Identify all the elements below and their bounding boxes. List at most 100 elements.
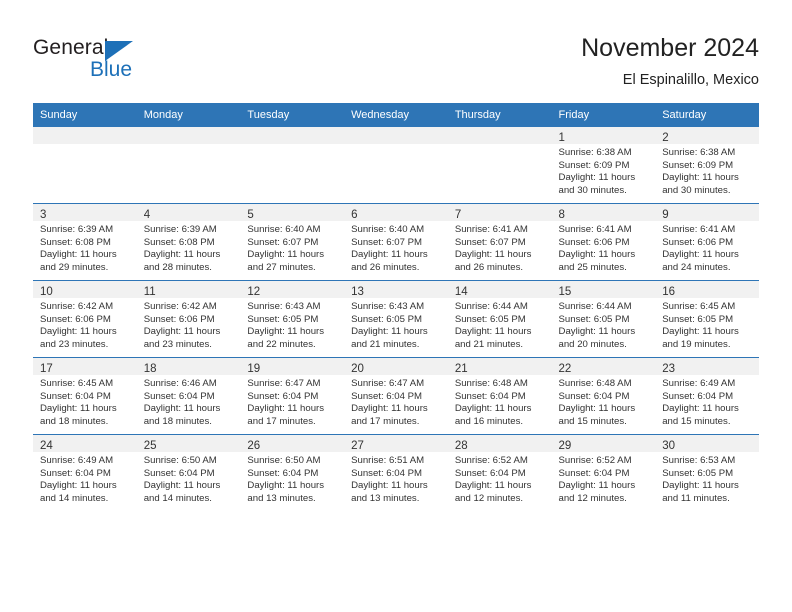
calendar-day-cell[interactable]: 3 Sunrise: 6:39 AM Sunset: 6:08 PM Daylight… <box>33 203 137 281</box>
day-details: Sunrise: 6:52 AM Sunset: 6:04 PM Daylight:… <box>448 452 552 505</box>
calendar-day-cell[interactable]: 17 Sunrise: 6:45 AM Sunset: 6:04 PM Dayligh… <box>33 357 137 435</box>
daylight-text: and 14 minutes. <box>143 492 212 504</box>
daylight-text: Daylight: 11 hours <box>143 249 221 261</box>
sunrise-text: Sunrise: 6:49 AM <box>40 455 114 466</box>
day-number: 26 <box>247 440 261 452</box>
calendar-header-row: Sunday Monday Tuesday Wednesday Thursday Frid… <box>33 103 759 127</box>
calendar-cell-inner: 15 Sunrise: 6:44 AM Sunset: 6:05 PM Dayligh… <box>551 281 656 357</box>
sunset-text: Sunset: 6:04 PM <box>558 390 630 402</box>
day-details: Sunrise: 6:41 AM Sunset: 6:06 PM Daylight:… <box>552 221 656 274</box>
calendar-day-cell[interactable]: 7 Sunrise: 6:41 AM Sunset: 6:07 PM Daylight… <box>447 203 552 281</box>
calendar-day-cell[interactable]: 9 Sunrise: 6:41 AM Sunset: 6:06 PM Daylight… <box>655 203 759 281</box>
daylight-text: and 19 minutes. <box>662 338 731 350</box>
calendar-cell-inner: 24 Sunrise: 6:49 AM Sunset: 6:04 PM Dayligh… <box>33 435 137 511</box>
calendar-day-cell[interactable]: 6 Sunrise: 6:40 AM Sunset: 6:07 PM Daylight… <box>344 203 448 281</box>
calendar-day-cell[interactable]: 23 Sunrise: 6:49 AM Sunset: 6:04 PM Dayligh… <box>655 357 759 435</box>
weekday-header-sunday: Sunday <box>33 103 137 127</box>
calendar-cell-inner: 29 Sunrise: 6:52 AM Sunset: 6:04 PM Dayligh… <box>551 435 656 511</box>
day-details <box>448 144 552 147</box>
calendar-cell-inner: 3 Sunrise: 6:39 AM Sunset: 6:08 PM Daylight… <box>33 204 137 280</box>
sunset-text: Sunset: 6:05 PM <box>247 313 319 325</box>
sunrise-text: Sunrise: 6:50 AM <box>143 455 217 466</box>
sunset-text: Sunset: 6:05 PM <box>558 313 630 325</box>
calendar-day-cell[interactable]: 21 Sunrise: 6:48 AM Sunset: 6:04 PM Dayligh… <box>447 357 552 435</box>
day-details: Sunrise: 6:39 AM Sunset: 6:08 PM Daylight:… <box>137 221 241 274</box>
daylight-text: Daylight: 11 hours <box>662 403 739 415</box>
calendar-cell-inner: 5 Sunrise: 6:40 AM Sunset: 6:07 PM Daylight… <box>240 204 345 280</box>
calendar-day-cell[interactable]: 26 Sunrise: 6:50 AM Sunset: 6:04 PM Dayligh… <box>240 434 345 511</box>
calendar-day-cell[interactable]: 30 Sunrise: 6:53 AM Sunset: 6:05 PM Dayligh… <box>655 434 759 511</box>
day-number-band <box>447 127 552 144</box>
day-number: 21 <box>454 363 468 375</box>
day-number: 14 <box>454 286 468 298</box>
daylight-text: Daylight: 11 hours <box>247 249 325 261</box>
calendar-day-cell[interactable]: 10 Sunrise: 6:42 AM Sunset: 6:06 PM Dayligh… <box>33 280 137 358</box>
daylight-text: Daylight: 11 hours <box>662 326 739 338</box>
day-details: Sunrise: 6:47 AM Sunset: 6:04 PM Daylight:… <box>240 375 344 428</box>
day-number: 29 <box>558 440 572 452</box>
daylight-text: Daylight: 11 hours <box>143 326 221 338</box>
weekday-header-saturday: Saturday <box>655 103 759 127</box>
day-number: 5 <box>247 209 254 221</box>
day-number: 9 <box>662 209 669 221</box>
daylight-text: Daylight: 11 hours <box>662 249 739 261</box>
sunrise-text: Sunrise: 6:49 AM <box>662 378 736 389</box>
calendar-day-cell[interactable]: 14 Sunrise: 6:44 AM Sunset: 6:05 PM Dayligh… <box>447 280 552 358</box>
sunrise-text: Sunrise: 6:41 AM <box>558 224 632 235</box>
sunrise-text: Sunrise: 6:40 AM <box>247 224 321 235</box>
day-number-band: 4 <box>136 204 241 221</box>
calendar-day-cell[interactable]: 18 Sunrise: 6:46 AM Sunset: 6:04 PM Dayligh… <box>136 357 241 435</box>
sunrise-text: Sunrise: 6:43 AM <box>247 301 321 312</box>
calendar-day-cell[interactable]: 16 Sunrise: 6:45 AM Sunset: 6:05 PM Dayligh… <box>655 280 759 358</box>
sunset-text: Sunset: 6:04 PM <box>351 390 423 402</box>
calendar-cell-inner: 30 Sunrise: 6:53 AM Sunset: 6:05 PM Dayligh… <box>655 435 759 511</box>
calendar-day-cell[interactable]: 27 Sunrise: 6:51 AM Sunset: 6:04 PM Dayligh… <box>344 434 448 511</box>
day-number-band: 12 <box>240 281 345 298</box>
calendar-day-cell[interactable]: 22 Sunrise: 6:48 AM Sunset: 6:04 PM Dayligh… <box>551 357 656 435</box>
day-number-band: 24 <box>33 435 137 452</box>
calendar-day-cell[interactable]: 8 Sunrise: 6:41 AM Sunset: 6:06 PM Daylight… <box>551 203 656 281</box>
daylight-text: Daylight: 11 hours <box>351 326 428 338</box>
calendar-day-cell[interactable]: 24 Sunrise: 6:49 AM Sunset: 6:04 PM Dayligh… <box>33 434 137 511</box>
day-number: 16 <box>662 286 676 298</box>
calendar-cell-inner: 25 Sunrise: 6:50 AM Sunset: 6:04 PM Dayligh… <box>136 435 241 511</box>
daylight-text: and 21 minutes. <box>454 338 524 350</box>
calendar-day-cell[interactable]: 25 Sunrise: 6:50 AM Sunset: 6:04 PM Dayligh… <box>136 434 241 511</box>
day-number-band: 1 <box>551 127 656 144</box>
calendar-day-cell[interactable]: 4 Sunrise: 6:39 AM Sunset: 6:08 PM Daylight… <box>136 203 241 281</box>
daylight-text: and 17 minutes. <box>247 415 316 427</box>
sunrise-text: Sunrise: 6:40 AM <box>351 224 425 235</box>
calendar-day-cell[interactable]: 15 Sunrise: 6:44 AM Sunset: 6:05 PM Dayligh… <box>551 280 656 358</box>
day-number-band: 5 <box>240 204 345 221</box>
daylight-text: Daylight: 11 hours <box>558 403 636 415</box>
day-details: Sunrise: 6:48 AM Sunset: 6:04 PM Daylight:… <box>448 375 552 428</box>
daylight-text: and 26 minutes. <box>351 261 420 273</box>
calendar-day-cell[interactable]: 12 Sunrise: 6:43 AM Sunset: 6:05 PM Dayligh… <box>240 280 345 358</box>
day-number: 25 <box>143 440 157 452</box>
day-details <box>344 144 448 147</box>
weekday-header-wednesday: Wednesday <box>344 103 448 127</box>
calendar-day-cell[interactable]: 29 Sunrise: 6:52 AM Sunset: 6:04 PM Dayligh… <box>551 434 656 511</box>
calendar-day-cell[interactable]: 11 Sunrise: 6:42 AM Sunset: 6:06 PM Dayligh… <box>136 280 241 358</box>
calendar-day-cell[interactable]: 13 Sunrise: 6:43 AM Sunset: 6:05 PM Dayligh… <box>344 280 448 358</box>
calendar-day-cell[interactable]: 28 Sunrise: 6:52 AM Sunset: 6:04 PM Dayligh… <box>447 434 552 511</box>
calendar-cell-empty <box>447 126 552 204</box>
logo-text-blue: Blue <box>90 58 133 81</box>
day-details: Sunrise: 6:42 AM Sunset: 6:06 PM Daylight:… <box>33 298 137 351</box>
day-number: 8 <box>558 209 565 221</box>
calendar-cell-inner: 2 Sunrise: 6:38 AM Sunset: 6:09 PM Daylight… <box>655 127 759 203</box>
daylight-text: Daylight: 11 hours <box>40 403 117 415</box>
logo-text-general: General <box>33 36 109 59</box>
calendar-day-cell[interactable]: 2 Sunrise: 6:38 AM Sunset: 6:09 PM Daylight… <box>655 126 759 204</box>
calendar-day-cell[interactable]: 20 Sunrise: 6:47 AM Sunset: 6:04 PM Dayligh… <box>344 357 448 435</box>
calendar-day-cell[interactable]: 19 Sunrise: 6:47 AM Sunset: 6:04 PM Dayligh… <box>240 357 345 435</box>
calendar-day-cell[interactable]: 5 Sunrise: 6:40 AM Sunset: 6:07 PM Daylight… <box>240 203 345 281</box>
day-number-band <box>344 127 448 144</box>
weekday-header-monday: Monday <box>136 103 241 127</box>
sunset-text: Sunset: 6:04 PM <box>143 467 215 479</box>
day-number-band: 18 <box>136 358 241 375</box>
calendar-day-cell[interactable]: 1 Sunrise: 6:38 AM Sunset: 6:09 PM Daylight… <box>551 126 656 204</box>
calendar-page: General Blue November 2024 El Espinalill… <box>0 0 792 612</box>
sunrise-text: Sunrise: 6:48 AM <box>558 378 632 389</box>
daylight-text: Daylight: 11 hours <box>351 403 428 415</box>
